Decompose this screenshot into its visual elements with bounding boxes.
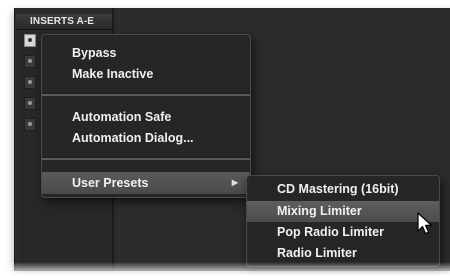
menu-item-user-presets[interactable]: User Presets ▶ xyxy=(42,172,250,194)
preset-radio-limiter[interactable]: Radio Limiter xyxy=(247,243,439,264)
menu-item-label: Automation Safe xyxy=(72,110,172,124)
preset-label: Mixing Limiter xyxy=(277,204,362,218)
menu-item-make-inactive[interactable]: Make Inactive xyxy=(42,63,250,85)
inserts-header: INSERTS A-E xyxy=(16,14,112,30)
insert-slot-e[interactable] xyxy=(24,118,36,131)
insert-dot-icon xyxy=(28,59,32,63)
insert-slot-b[interactable] xyxy=(24,55,36,68)
preset-label: CD Mastering (16bit) xyxy=(277,182,399,196)
preset-cd-mastering[interactable]: CD Mastering (16bit) xyxy=(247,179,439,200)
insert-slot-c[interactable] xyxy=(24,76,36,89)
mouse-cursor-icon xyxy=(417,212,433,235)
menu-item-automation-dialog[interactable]: Automation Dialog... xyxy=(42,127,250,149)
insert-dot-icon xyxy=(28,38,32,42)
preset-mixing-limiter[interactable]: Mixing Limiter xyxy=(247,201,439,222)
menu-item-label: Make Inactive xyxy=(72,67,154,81)
insert-slot-a[interactable] xyxy=(24,34,36,47)
menu-item-bypass[interactable]: Bypass xyxy=(42,42,250,64)
menu-separator xyxy=(42,157,250,160)
submenu-arrow-icon: ▶ xyxy=(231,178,238,187)
bottom-fade xyxy=(0,262,450,276)
preset-label: Radio Limiter xyxy=(277,246,357,260)
menu-item-label: Automation Dialog... xyxy=(72,131,194,145)
insert-dot-icon xyxy=(28,80,32,84)
menu-item-label: Bypass xyxy=(72,46,117,60)
preset-pop-radio-limiter[interactable]: Pop Radio Limiter xyxy=(247,222,439,243)
insert-dot-icon xyxy=(28,101,32,105)
menu-separator xyxy=(42,93,250,96)
menu-item-automation-safe[interactable]: Automation Safe xyxy=(42,106,250,128)
insert-dot-icon xyxy=(28,122,32,126)
insert-slot-d[interactable] xyxy=(24,97,36,110)
insert-context-menu: Bypass Make Inactive Automation Safe Aut… xyxy=(41,34,251,198)
preset-label: Pop Radio Limiter xyxy=(277,225,384,239)
user-presets-submenu: CD Mastering (16bit) Mixing Limiter Pop … xyxy=(246,175,440,267)
menu-item-label: User Presets xyxy=(72,176,149,190)
